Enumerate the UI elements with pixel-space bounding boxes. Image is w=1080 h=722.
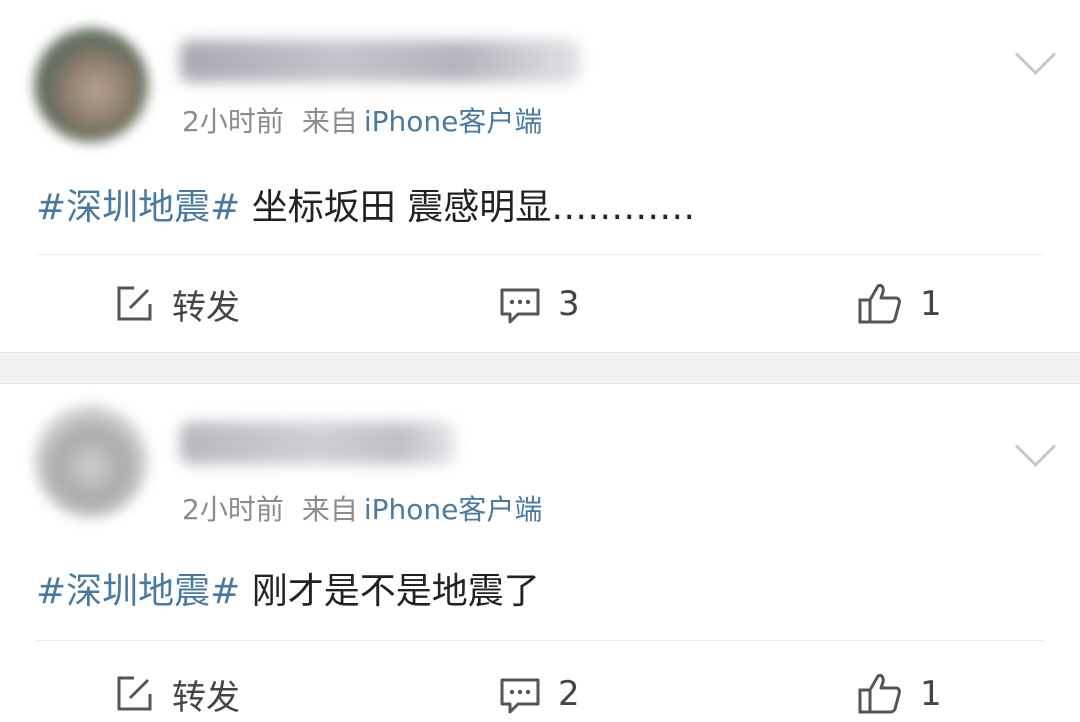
comment-count: 2 [558, 674, 580, 714]
from-label: 来自 [301, 493, 358, 526]
post-meta: 2小时前 来自 iPhone客户端 [182, 488, 542, 528]
divider [36, 254, 1044, 255]
post-body: 坐标坂田 震感明显………… [240, 187, 696, 228]
action-bar: 转发 3 1 [0, 274, 1080, 334]
edit-square-icon [117, 286, 152, 321]
comment-bubble-icon [500, 288, 540, 324]
repost-button[interactable]: 转发 [112, 664, 240, 722]
source-link[interactable]: iPhone客户端 [364, 493, 543, 526]
like-button[interactable]: 1 [856, 274, 942, 334]
post-text: #深圳地震# 刚才是不是地震了 [36, 562, 540, 614]
like-count: 1 [920, 284, 942, 324]
weibo-feed: 2小时前 来自 iPhone客户端 #深圳地震# 坐标坂田 震感明显………… 转发 [0, 0, 1080, 722]
post-text: #深圳地震# 坐标坂田 震感明显………… [36, 178, 695, 230]
edit-square-icon [117, 676, 152, 711]
thumbs-up-icon [858, 674, 901, 714]
comment-button[interactable]: 3 [498, 274, 580, 334]
post-time: 2小时前 [182, 493, 284, 526]
action-bar: 转发 2 1 [0, 664, 1080, 722]
source-link[interactable]: iPhone客户端 [364, 105, 543, 138]
post-body: 刚才是不是地震了 [240, 571, 540, 612]
repost-label: 转发 [172, 677, 240, 718]
post-meta: 2小时前 来自 iPhone客户端 [182, 100, 542, 140]
chevron-down-icon[interactable] [1014, 425, 1057, 468]
repost-button[interactable]: 转发 [112, 274, 240, 334]
hashtag-link[interactable]: #深圳地震# [36, 187, 240, 228]
like-button[interactable]: 1 [856, 664, 942, 722]
username-blurred[interactable] [180, 40, 580, 82]
post-card: 2小时前 来自 iPhone客户端 #深圳地震# 刚才是不是地震了 转发 2 1 [0, 384, 1080, 722]
post-separator [0, 352, 1080, 384]
chevron-down-icon[interactable] [1014, 33, 1057, 76]
username-blurred[interactable] [180, 422, 455, 464]
divider [36, 640, 1044, 641]
avatar[interactable] [34, 28, 148, 142]
avatar[interactable] [34, 404, 148, 518]
from-label: 来自 [301, 105, 358, 138]
like-count: 1 [920, 674, 942, 714]
repost-label: 转发 [172, 287, 240, 328]
post-card: 2小时前 来自 iPhone客户端 #深圳地震# 坐标坂田 震感明显………… 转发 [0, 0, 1080, 352]
thumbs-up-icon [858, 284, 901, 324]
comment-button[interactable]: 2 [498, 664, 580, 722]
post-time: 2小时前 [182, 105, 284, 138]
comment-count: 3 [558, 284, 580, 324]
hashtag-link[interactable]: #深圳地震# [36, 571, 240, 612]
comment-bubble-icon [500, 678, 540, 714]
